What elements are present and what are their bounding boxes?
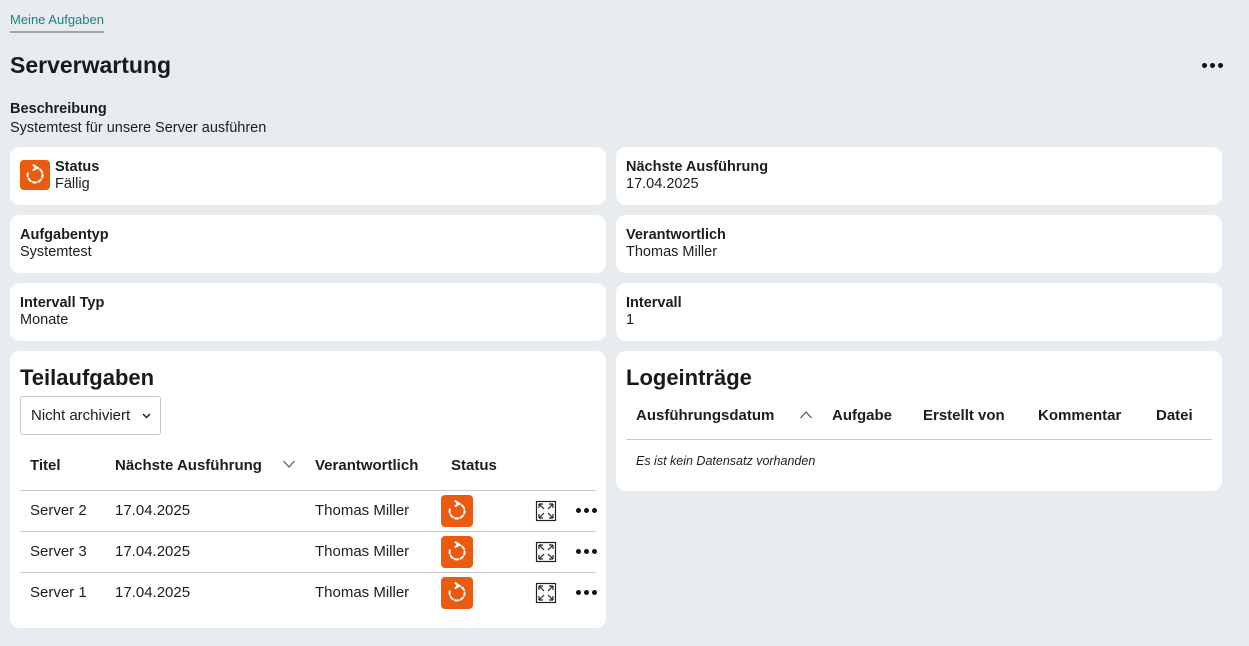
column-header-titel[interactable]: Titel — [30, 457, 61, 474]
responsible-card: Verantwortlich Thomas Miller — [616, 215, 1222, 273]
row-responsible: Thomas Miller — [315, 502, 410, 519]
sort-down-icon[interactable] — [282, 459, 296, 469]
task-type-label: Aufgabentyp — [20, 227, 109, 243]
row-title: Server 3 — [30, 543, 87, 560]
refresh-status-icon — [20, 160, 50, 190]
breadcrumb-meine-aufgaben[interactable]: Meine Aufgaben — [10, 12, 104, 33]
column-header-kommentar[interactable]: Kommentar — [1038, 407, 1121, 424]
table-row[interactable]: Server 3 17.04.2025 Thomas Miller — [20, 531, 599, 572]
subtasks-title: Teilaufgaben — [20, 365, 155, 390]
description-value: Systemtest für unsere Server ausführen — [10, 120, 267, 136]
chevron-down-icon — [142, 413, 151, 419]
table-row[interactable]: Server 2 17.04.2025 Thomas Miller — [20, 490, 599, 531]
refresh-status-icon[interactable] — [441, 495, 473, 527]
log-card: Logeinträge Ausführungsdatum Aufgabe Ers… — [616, 351, 1222, 491]
column-header-verantwortlich[interactable]: Verantwortlich — [315, 457, 418, 474]
row-title: Server 1 — [30, 584, 87, 601]
column-header-datei[interactable]: Datei — [1156, 407, 1193, 424]
interval-type-label: Intervall Typ — [20, 295, 105, 311]
row-responsible: Thomas Miller — [315, 543, 410, 560]
interval-type-value: Monate — [20, 312, 69, 328]
sort-up-icon[interactable] — [799, 410, 813, 420]
row-title: Server 2 — [30, 502, 87, 519]
table-row[interactable]: Server 1 17.04.2025 Thomas Miller — [20, 572, 599, 613]
archive-filter-value: Nicht archiviert — [31, 407, 131, 424]
responsible-value: Thomas Miller — [626, 244, 718, 260]
interval-label: Intervall — [626, 295, 682, 311]
more-icon[interactable] — [573, 500, 599, 520]
next-run-card: Nächste Ausführung 17.04.2025 — [616, 147, 1222, 205]
empty-state-text: Es ist kein Datensatz vorhanden — [636, 454, 816, 468]
status-card: Status Fällig — [10, 147, 606, 205]
more-icon[interactable] — [573, 541, 599, 561]
subtasks-card: Teilaufgaben Nicht archiviert Titel Näch… — [10, 351, 606, 628]
row-next-run: 17.04.2025 — [115, 502, 191, 519]
status-label: Status — [55, 159, 100, 175]
next-run-value: 17.04.2025 — [626, 176, 699, 192]
log-title: Logeinträge — [626, 365, 752, 390]
column-header-status[interactable]: Status — [451, 457, 497, 474]
task-type-value: Systemtest — [20, 244, 92, 260]
row-responsible: Thomas Miller — [315, 584, 410, 601]
refresh-status-icon[interactable] — [441, 577, 473, 609]
task-type-card: Aufgabentyp Systemtest — [10, 215, 606, 273]
responsible-label: Verantwortlich — [626, 227, 726, 243]
expand-icon[interactable] — [535, 500, 557, 522]
row-next-run: 17.04.2025 — [115, 584, 191, 601]
interval-card: Intervall 1 — [616, 283, 1222, 341]
divider — [626, 439, 1212, 440]
next-run-label: Nächste Ausführung — [626, 159, 769, 175]
column-header-erstellt-von[interactable]: Erstellt von — [923, 407, 1005, 424]
description-label: Beschreibung — [10, 101, 107, 117]
column-header-aufgabe[interactable]: Aufgabe — [832, 407, 892, 424]
expand-icon[interactable] — [535, 541, 557, 563]
more-icon[interactable] — [573, 582, 599, 602]
refresh-status-icon[interactable] — [441, 536, 473, 568]
column-header-naechste-ausfuehrung[interactable]: Nächste Ausführung — [115, 457, 262, 474]
page-title: Serverwartung — [10, 52, 172, 78]
status-value: Fällig — [55, 176, 90, 192]
interval-type-card: Intervall Typ Monate — [10, 283, 606, 341]
column-header-ausfuehrungsdatum[interactable]: Ausführungsdatum — [636, 407, 774, 424]
archive-filter-select[interactable]: Nicht archiviert — [20, 396, 161, 435]
more-icon[interactable] — [1198, 55, 1226, 75]
row-next-run: 17.04.2025 — [115, 543, 191, 560]
expand-icon[interactable] — [535, 582, 557, 604]
interval-value: 1 — [626, 312, 635, 328]
